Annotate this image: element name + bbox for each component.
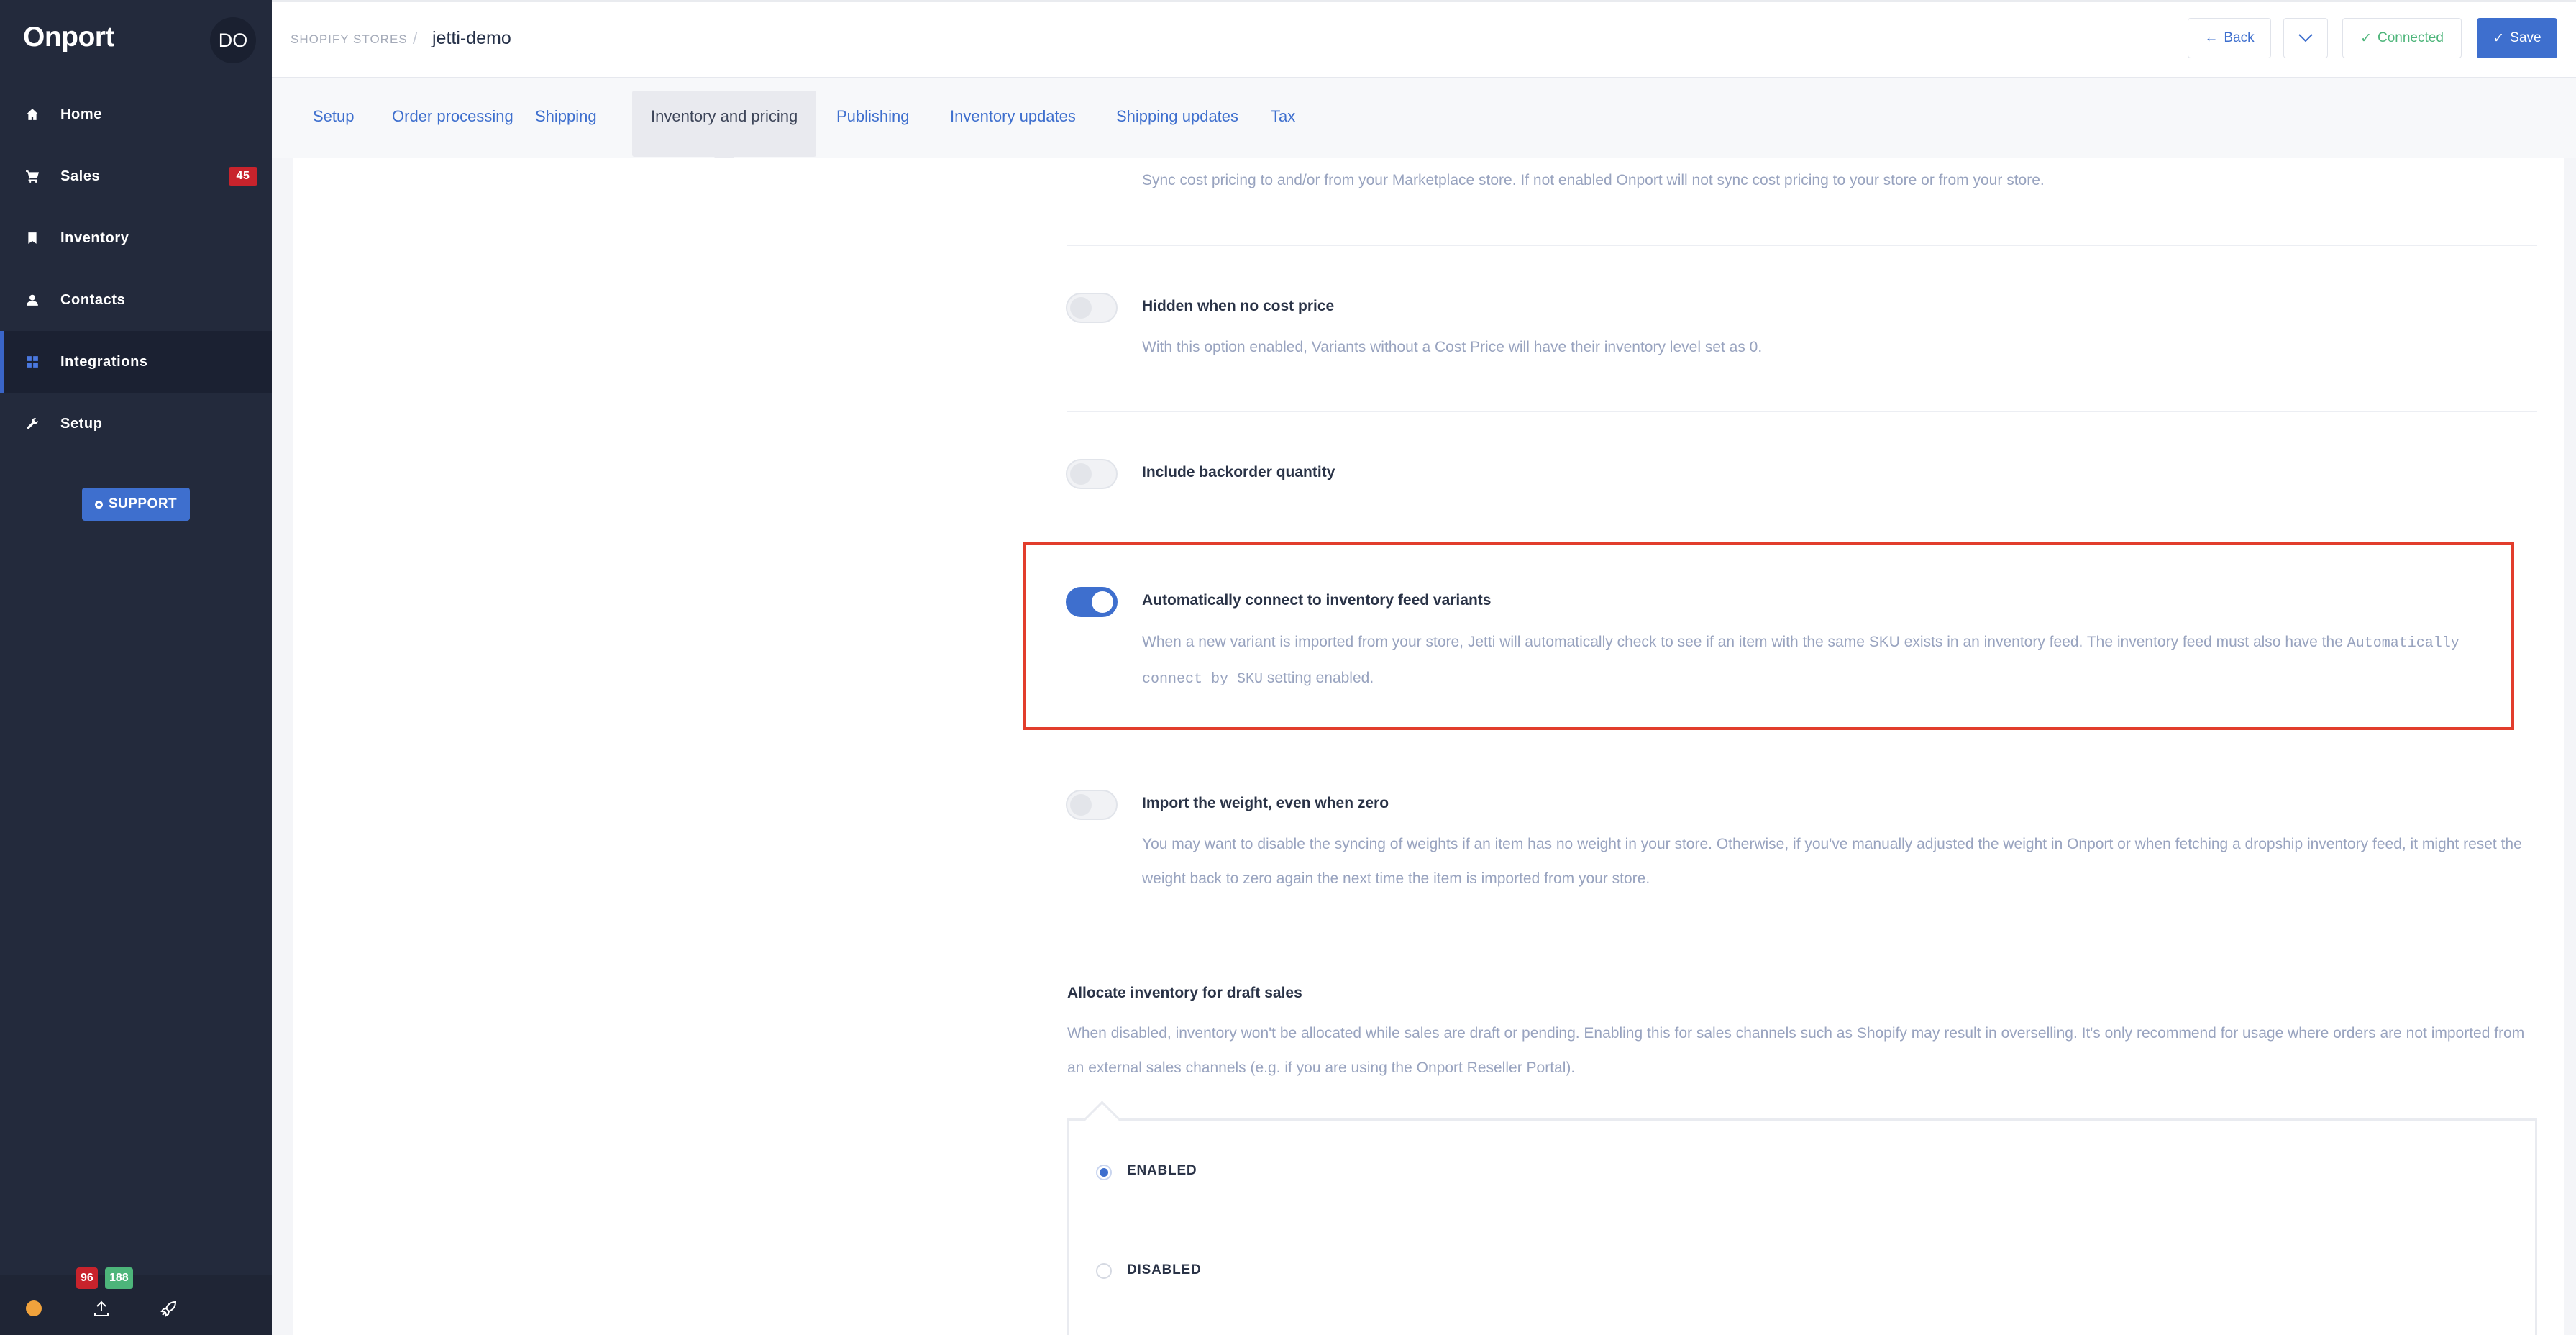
cart-icon	[26, 168, 60, 184]
avatar[interactable]: DO	[210, 17, 256, 63]
radio-disabled-label[interactable]: DISABLED	[1127, 1262, 1202, 1278]
back-label: Back	[2224, 30, 2255, 45]
check-icon: ✓	[2360, 30, 2372, 46]
sidebar-item-inventory[interactable]: Inventory	[0, 207, 272, 269]
allocate-draft-description: When disabled, inventory won't be alloca…	[1067, 1025, 2525, 1076]
sidebar-item-contacts[interactable]: Contacts	[0, 269, 272, 331]
sidebar-item-label: Inventory	[60, 229, 129, 246]
wrench-icon	[26, 416, 60, 432]
sidebar-item-setup[interactable]: Setup	[0, 393, 272, 455]
auto-connect-desc-text-end: setting enabled.	[1266, 670, 1374, 686]
tab-inventory-and-pricing[interactable]: Inventory and pricing	[632, 91, 817, 167]
arrow-left-icon: ←	[2204, 30, 2219, 45]
sidebar-item-integrations[interactable]: Integrations	[0, 331, 272, 393]
sidebar-item-home[interactable]: Home	[0, 83, 272, 145]
tab-shipping[interactable]: Shipping	[516, 78, 616, 144]
auto-connect-label: Automatically connect to inventory feed …	[1142, 592, 1492, 609]
notifications-badge-green[interactable]: 188	[105, 1267, 133, 1289]
check-icon: ✓	[2493, 30, 2505, 46]
breadcrumb-parent[interactable]: SHOPIFY STORES	[291, 32, 408, 47]
import-weight-toggle[interactable]	[1066, 790, 1118, 820]
import-weight-description: You may want to disable the syncing of w…	[1142, 836, 2522, 887]
sidebar-item-label: Sales	[60, 168, 101, 184]
auto-connect-desc-text: When a new variant is imported from your…	[1142, 634, 2343, 650]
sidebar-item-label: Contacts	[60, 291, 126, 308]
help-icon	[94, 500, 103, 509]
toggle-knob	[1070, 297, 1092, 319]
tab-publishing[interactable]: Publishing	[818, 78, 928, 144]
chevron-down-icon	[2298, 34, 2313, 42]
sidebar-item-label: Home	[60, 106, 102, 122]
include-backorder-label: Include backorder quantity	[1142, 464, 1335, 480]
bookmark-icon	[26, 230, 60, 246]
sidebar-item-label: Setup	[60, 415, 103, 432]
divider	[1067, 411, 2537, 412]
hidden-no-cost-label: Hidden when no cost price	[1142, 298, 1335, 314]
upload-icon[interactable]	[92, 1299, 111, 1318]
connected-label: Connected	[2378, 30, 2444, 45]
tab-order-processing[interactable]: Order processing	[373, 78, 532, 144]
allocate-draft-options	[1067, 1118, 2537, 1335]
auto-connect-description: When a new variant is imported from your…	[1142, 625, 2494, 697]
cost-pricing-description: Sync cost pricing to and/or from your Ma…	[1142, 172, 2045, 188]
sales-count-badge: 45	[229, 167, 257, 186]
breadcrumb-separator: /	[413, 29, 418, 47]
include-backorder-toggle[interactable]	[1066, 459, 1118, 489]
support-label: SUPPORT	[108, 496, 178, 511]
rocket-icon[interactable]	[160, 1299, 178, 1318]
tab-inventory-updates[interactable]: Inventory updates	[931, 78, 1095, 144]
more-actions-button[interactable]	[2283, 18, 2328, 58]
allocate-draft-heading: Allocate inventory for draft sales	[1067, 985, 1302, 1001]
import-weight-label: Import the weight, even when zero	[1142, 795, 1389, 811]
notifications-badge-red[interactable]: 96	[76, 1267, 98, 1289]
radio-enabled-label[interactable]: ENABLED	[1127, 1163, 1197, 1179]
user-icon	[26, 292, 60, 308]
toggle-knob	[1070, 463, 1092, 485]
page-title: jetti-demo	[432, 28, 511, 48]
tab-setup[interactable]: Setup	[294, 78, 373, 144]
sidebar-item-sales[interactable]: Sales 45	[0, 145, 272, 207]
save-label: Save	[2510, 30, 2541, 45]
tab-tax[interactable]: Tax	[1252, 78, 1314, 144]
grid-icon	[26, 354, 60, 370]
top-header: SHOPIFY STORES / jetti-demo ← Back ✓ Con…	[272, 0, 2576, 78]
toggle-knob	[1092, 591, 1113, 613]
radio-disabled[interactable]	[1096, 1263, 1112, 1279]
app-logo[interactable]: Onport	[23, 22, 114, 53]
auto-connect-toggle[interactable]	[1066, 587, 1118, 617]
connected-status-button[interactable]: ✓ Connected	[2342, 18, 2462, 58]
support-button[interactable]: SUPPORT	[82, 488, 190, 521]
home-icon	[26, 106, 60, 122]
status-dot[interactable]	[26, 1300, 42, 1316]
divider	[1067, 245, 2537, 246]
settings-tabs: Setup Order processing Shipping Inventor…	[272, 78, 2576, 167]
sidebar: Onport DO Home Sales 45 Inventory Contac…	[0, 0, 272, 1335]
back-button[interactable]: ← Back	[2188, 18, 2271, 58]
radio-enabled[interactable]	[1096, 1165, 1112, 1180]
hidden-no-cost-toggle[interactable]	[1066, 293, 1118, 323]
sidebar-item-label: Integrations	[60, 353, 148, 370]
toggle-knob	[1070, 794, 1092, 816]
tab-shipping-updates[interactable]: Shipping updates	[1097, 78, 1257, 144]
hidden-no-cost-description: With this option enabled, Variants witho…	[1142, 339, 1763, 355]
save-button[interactable]: ✓ Save	[2477, 18, 2557, 58]
